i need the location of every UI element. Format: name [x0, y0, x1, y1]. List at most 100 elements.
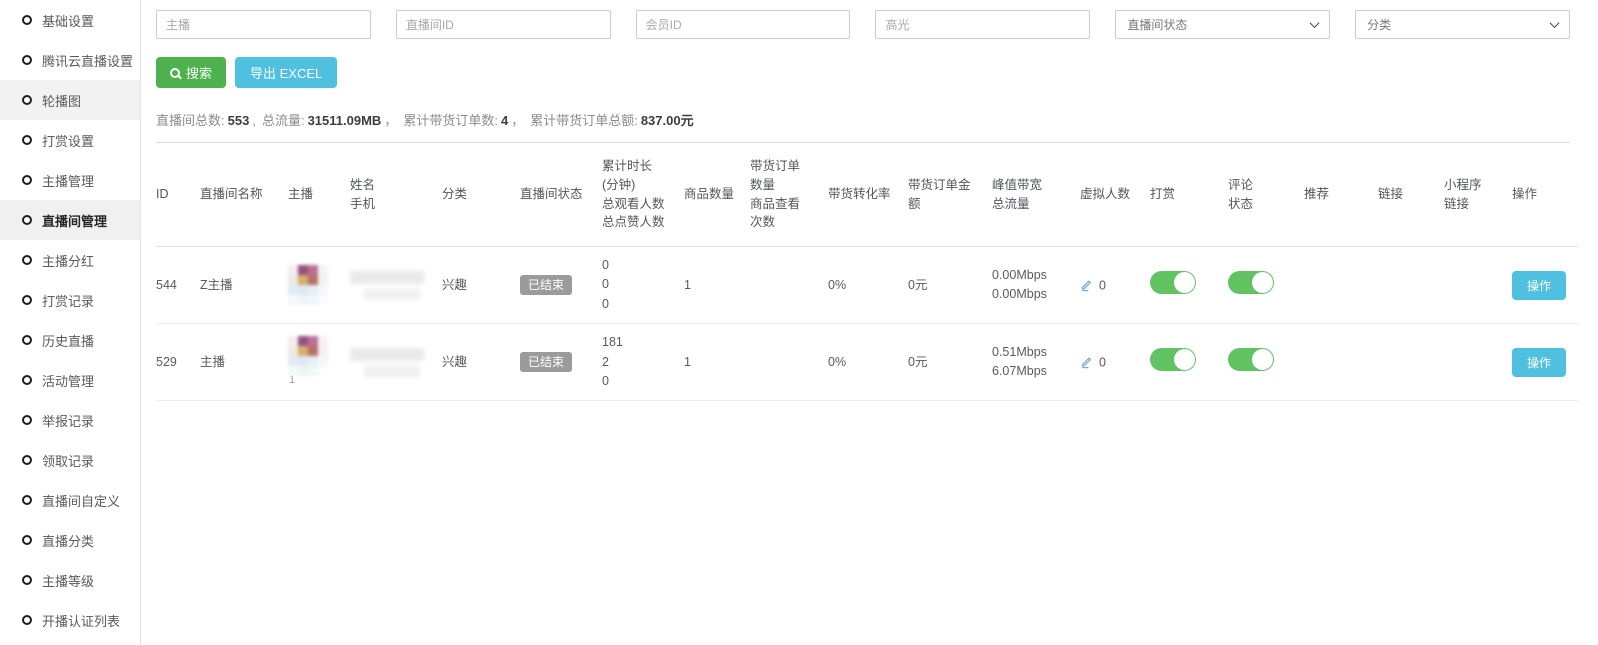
avatar-pixel	[308, 336, 318, 346]
avatar-pixel	[298, 346, 308, 356]
button-row: 搜索 导出 EXCEL	[156, 57, 1570, 88]
room-status-select[interactable]: 直播间状态	[1115, 10, 1330, 39]
sidebar-item[interactable]: 活动管理	[0, 360, 140, 400]
avatar-pixel	[298, 336, 308, 346]
action-button[interactable]: 操作	[1512, 348, 1566, 377]
sidebar-item[interactable]: 主播分红	[0, 240, 140, 280]
stat-line: 181	[602, 333, 676, 352]
sidebar-item[interactable]: 历史直播	[0, 320, 140, 360]
sidebar-item[interactable]: 开播认证列表	[0, 600, 140, 640]
room-name: 主播	[200, 324, 288, 401]
room-id: 529	[156, 324, 200, 401]
sidebar-item[interactable]: 轮播图	[0, 80, 140, 120]
column-header: 直播间名称	[200, 143, 288, 247]
sidebar-item[interactable]: 基础设置	[0, 0, 140, 40]
sidebar-item[interactable]: 打赏记录	[0, 280, 140, 320]
reward-cell	[1150, 324, 1228, 401]
circle-icon	[22, 375, 32, 385]
room-id: 544	[156, 247, 200, 324]
order-amount: 0元	[908, 324, 992, 401]
sidebar-item-label: 主播管理	[42, 171, 94, 190]
avatar-pixel	[298, 356, 308, 366]
sidebar-item[interactable]: 举报记录	[0, 400, 140, 440]
column-header: 链接	[1378, 143, 1444, 247]
search-button[interactable]: 搜索	[156, 57, 226, 88]
comment-toggle[interactable]	[1228, 271, 1274, 294]
action-button[interactable]: 操作	[1512, 271, 1566, 300]
highlight-input[interactable]	[875, 10, 1090, 39]
sidebar-item-label: 开播认证列表	[42, 611, 120, 630]
redacted-bar	[350, 348, 424, 361]
avatar-pixel	[308, 285, 318, 295]
member-id-input[interactable]	[636, 10, 851, 39]
sidebar-item[interactable]: 打赏设置	[0, 120, 140, 160]
sidebar-item-label: 活动管理	[42, 371, 94, 390]
conversion-rate: 0%	[828, 324, 908, 401]
order-amount: 0元	[908, 247, 992, 324]
stat-value: 31511.09MB	[308, 113, 382, 128]
comment-cell	[1228, 324, 1304, 401]
mini-program-link-cell	[1444, 247, 1512, 324]
sidebar-item[interactable]: 领取记录	[0, 440, 140, 480]
column-header: 小程序 链接	[1444, 143, 1512, 247]
avatar-pixel	[318, 336, 328, 346]
anchor-search-input[interactable]	[156, 10, 371, 39]
avatar-pixel	[288, 366, 298, 376]
table-body: 544Z主播兴趣已结束00010%0元0.00Mbps0.00Mbps0操作52…	[156, 247, 1578, 401]
goods-count: 1	[684, 247, 750, 324]
avatar-pixel	[318, 356, 328, 366]
column-header: 分类	[442, 143, 520, 247]
column-header: 累计时长 (分钟) 总观看人数 总点赞人数	[602, 143, 684, 247]
sidebar-item-label: 直播间自定义	[42, 491, 120, 510]
duration-viewers-likes-cell: 000	[602, 247, 684, 324]
avatar-pixel	[288, 356, 298, 366]
stat-value: 837.00元	[641, 113, 694, 128]
room-id-input[interactable]	[396, 10, 611, 39]
column-header: 虚拟人数	[1080, 143, 1150, 247]
column-header: 峰值带宽 总流量	[992, 143, 1080, 247]
reward-toggle[interactable]	[1150, 348, 1196, 371]
room-name: Z主播	[200, 247, 288, 324]
column-header: 打赏	[1150, 143, 1228, 247]
sidebar-item-label: 基础设置	[42, 11, 94, 30]
name-phone-cell	[350, 324, 442, 401]
avatar-pixel	[288, 285, 298, 295]
stat-line: 0	[602, 295, 676, 314]
comment-toggle[interactable]	[1228, 348, 1274, 371]
stat-separator: ，	[511, 113, 524, 128]
edit-icon[interactable]	[1080, 355, 1093, 369]
action-cell: 操作	[1512, 247, 1578, 324]
export-excel-button[interactable]: 导出 EXCEL	[235, 57, 337, 88]
filter-row: 直播间状态 分类	[156, 10, 1570, 39]
sidebar-item-label: 历史直播	[42, 331, 94, 350]
avatar-pixel	[318, 275, 328, 285]
sidebar-item[interactable]: 主播等级	[0, 560, 140, 600]
stat-separator: ,	[252, 113, 256, 128]
sidebar-item[interactable]: 腾讯云直播设置	[0, 40, 140, 80]
bandwidth-total: 6.07Mbps	[992, 362, 1072, 381]
sidebar-item[interactable]: 直播间管理	[0, 200, 140, 240]
edit-icon[interactable]	[1080, 278, 1093, 292]
stat-separator: ，	[384, 113, 397, 128]
toggle-knob	[1174, 349, 1195, 370]
anchor-avatar	[288, 336, 328, 376]
sidebar-item-label: 轮播图	[42, 91, 81, 110]
sidebar-item[interactable]: 直播间自定义	[0, 480, 140, 520]
category-select[interactable]: 分类	[1355, 10, 1570, 39]
virtual-count: 0	[1099, 278, 1106, 292]
circle-icon	[22, 135, 32, 145]
recommend-cell	[1304, 324, 1378, 401]
avatar-pixel	[288, 265, 298, 275]
sidebar-item-label: 直播间管理	[42, 211, 107, 230]
avatar-pixel	[318, 295, 328, 305]
avatar-pixel	[308, 275, 318, 285]
status-cell: 已结束	[520, 247, 602, 324]
sidebar-item[interactable]: 直播分类	[0, 520, 140, 560]
sidebar-item[interactable]: 主播管理	[0, 160, 140, 200]
conversion-rate: 0%	[828, 247, 908, 324]
order-count	[750, 247, 828, 324]
reward-toggle[interactable]	[1150, 271, 1196, 294]
bandwidth-cell: 0.00Mbps0.00Mbps	[992, 247, 1080, 324]
stat-line: 0	[602, 275, 676, 294]
column-header: 直播间状态	[520, 143, 602, 247]
